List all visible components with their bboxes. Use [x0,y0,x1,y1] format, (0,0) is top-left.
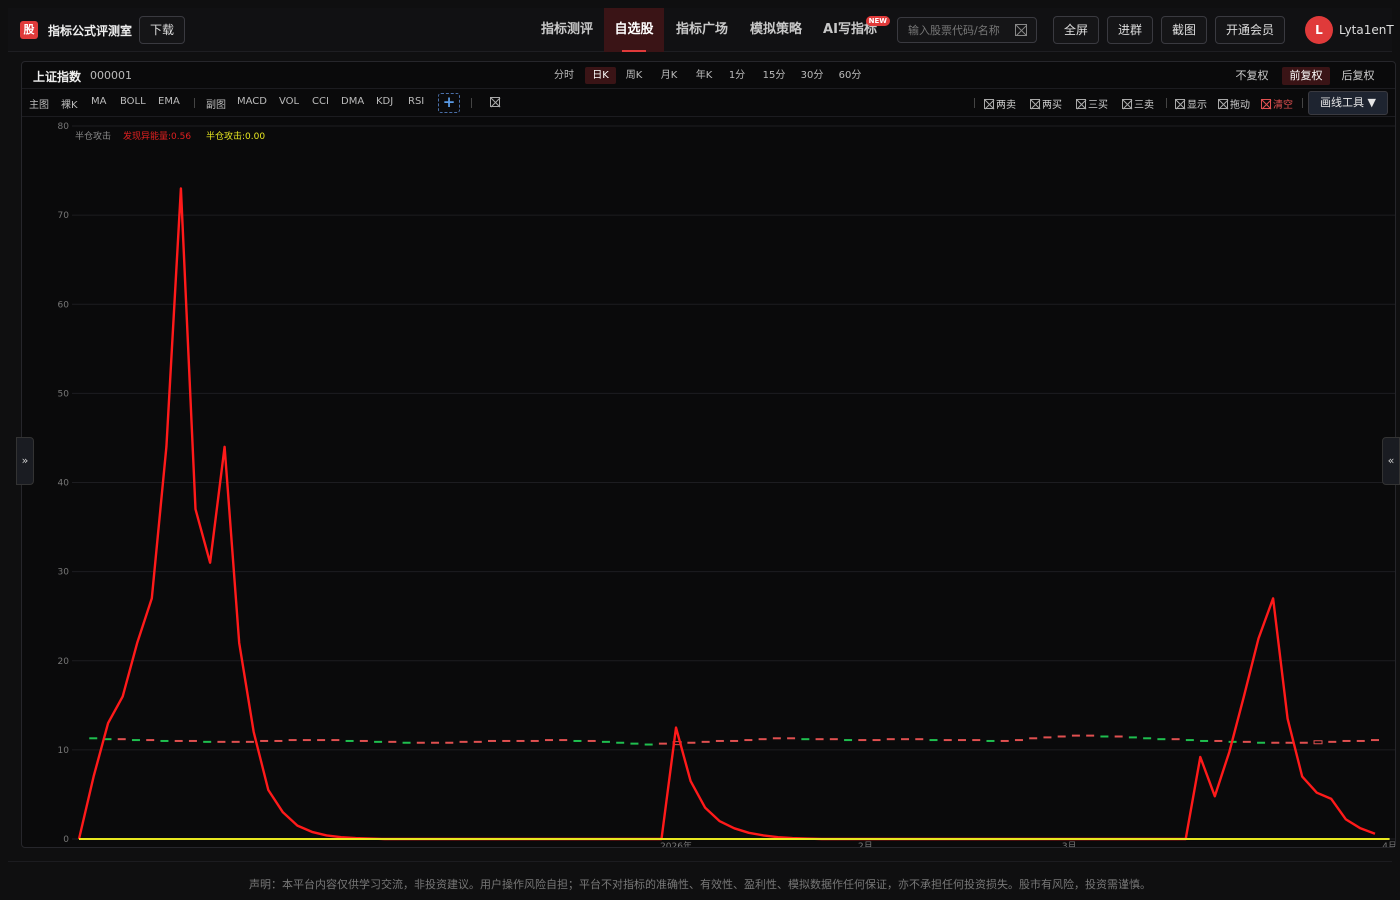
x-tick-label: 3月 [1062,841,1077,847]
x-tick-label: 4月 [1382,841,1395,847]
nav-indicator-square[interactable]: 指标广场 [664,8,740,52]
download-button[interactable]: 下载 [139,16,185,44]
disclaimer-text: 声明：本平台内容仅供学习交流，非投资建议。用户操作风险自担；平台不对指标的准确性… [249,878,1151,891]
username[interactable]: Lyta1enT [1339,23,1394,37]
y-tick-label: 50 [58,389,70,399]
nav-simulated-strategy[interactable]: 模拟策略 [740,8,812,52]
join-group-button[interactable]: 进群 [1107,16,1153,44]
nav-label: 指标测评 [540,22,593,37]
energy-series-line [77,187,1376,841]
chart-panel: 上证指数 000001 分时 日K 周K 月K 年K 1分 15分 30分 60… [21,61,1396,848]
nav-label: 自选股 [614,22,654,37]
app-title: 指标公式评测室 [48,24,133,38]
y-tick-label: 70 [58,211,70,221]
fullscreen-button[interactable]: 全屏 [1053,16,1099,44]
legend-half-attack-value: 半仓攻击:0.00 [206,132,266,142]
top-navigation-bar: 股 指标公式评测室 下载 指标测评 自选股 指标广场 模拟策略 AI写指标 NE… [8,8,1394,52]
legend-energy-value: 发现异能量:0.56 [123,132,192,142]
y-tick-label: 20 [58,657,70,667]
avatar[interactable]: L [1305,16,1333,44]
nav-watchlist[interactable]: 自选股 [604,8,664,52]
x-tick-label: 2月 [858,841,873,847]
nav-indicator-review[interactable]: 指标测评 [530,8,604,52]
y-tick-label: 40 [58,479,70,489]
footer-divider [8,861,1392,862]
y-tick-label: 80 [58,122,70,132]
x-tick-label: 2026年 [660,840,692,847]
y-tick-label: 60 [58,300,70,310]
expand-left-handle[interactable]: » [16,437,34,485]
nav-label: 指标广场 [675,22,728,37]
y-tick-label: 10 [58,746,70,756]
y-tick-label: 30 [58,568,70,578]
nav-ai-indicator[interactable]: AI写指标 NEW [816,8,890,52]
y-tick-label: 0 [63,835,69,845]
legend-label: 半仓攻击 [75,132,112,142]
nav-label: 模拟策略 [749,22,802,37]
stock-search-input[interactable] [908,22,1013,38]
stock-search-box[interactable] [897,17,1037,43]
indicator-chart[interactable]: 0 10 20 30 40 50 60 70 80 2026年 2月 3月 4月 [22,62,1395,847]
app-logo-icon: 股 [20,21,38,39]
candle [1313,740,1323,745]
new-badge: NEW [865,16,890,26]
expand-right-handle[interactable]: « [1382,437,1400,485]
screenshot-button[interactable]: 截图 [1161,16,1207,44]
search-icon[interactable] [1015,24,1027,36]
membership-button[interactable]: 开通会员 [1215,16,1285,44]
